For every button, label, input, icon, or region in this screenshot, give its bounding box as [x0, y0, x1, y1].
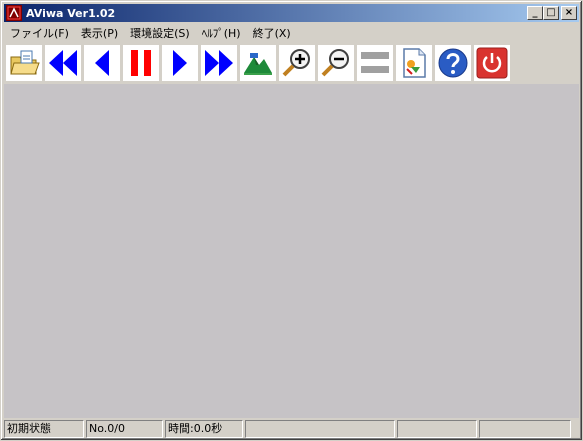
step-forward-button[interactable] [162, 45, 198, 81]
fast-forward-icon [205, 50, 233, 76]
step-forward-icon [173, 50, 187, 76]
menu-view[interactable]: 表示(P) [75, 25, 124, 41]
status-pane-6 [479, 420, 571, 438]
minimize-icon: _ [532, 7, 538, 18]
status-state: 初期状態 [4, 420, 84, 438]
app-icon [6, 5, 22, 21]
bars-button[interactable] [357, 45, 393, 81]
document-button[interactable] [396, 45, 432, 81]
zoom-out-icon [321, 49, 349, 77]
menu-file[interactable]: ファイル(F) [4, 25, 75, 41]
status-time: 時間:0.0秒 [165, 420, 243, 438]
menu-help[interactable]: ﾍﾙﾌﾟ(H) [196, 25, 247, 41]
power-icon [476, 47, 508, 79]
toolbar [4, 43, 579, 83]
step-back-icon [95, 50, 109, 76]
window-title: AViwa Ver1.02 [26, 6, 116, 20]
zoom-in-button[interactable] [279, 45, 315, 81]
help-button[interactable] [435, 45, 471, 81]
close-icon: × [564, 7, 574, 18]
viewer-area[interactable] [4, 84, 579, 418]
open-button[interactable] [6, 45, 42, 81]
app-window: AViwa Ver1.02 _ □ × ファイル(F) 表示(P) 環境設定(S… [0, 0, 583, 441]
maximize-button[interactable]: □ [543, 6, 559, 20]
status-pane-5 [397, 420, 477, 438]
title-bar[interactable]: AViwa Ver1.02 _ □ × [4, 4, 579, 22]
rewind-icon [49, 50, 77, 76]
help-icon [438, 48, 468, 78]
status-bar: 初期状態 No.0/0 時間:0.0秒 [4, 420, 579, 438]
pause-button[interactable] [123, 45, 159, 81]
pause-icon [131, 50, 151, 76]
status-number: No.0/0 [86, 420, 163, 438]
step-back-button[interactable] [84, 45, 120, 81]
status-pane-4 [245, 420, 395, 438]
document-icon [403, 48, 426, 78]
fast-forward-button[interactable] [201, 45, 237, 81]
zoom-in-icon [282, 49, 310, 77]
bars-icon [361, 52, 389, 73]
power-button[interactable] [474, 45, 510, 81]
menu-bar: ファイル(F) 表示(P) 環境設定(S) ﾍﾙﾌﾟ(H) 終了(X) [4, 23, 579, 42]
view-image-button[interactable] [240, 45, 276, 81]
zoom-out-button[interactable] [318, 45, 354, 81]
open-folder-icon [10, 50, 40, 75]
rewind-button[interactable] [45, 45, 81, 81]
menu-exit[interactable]: 終了(X) [247, 25, 297, 41]
landscape-icon [244, 53, 272, 75]
maximize-icon: □ [546, 7, 556, 18]
minimize-button[interactable]: _ [527, 6, 543, 20]
menu-settings[interactable]: 環境設定(S) [124, 25, 196, 41]
close-button[interactable]: × [561, 6, 577, 20]
